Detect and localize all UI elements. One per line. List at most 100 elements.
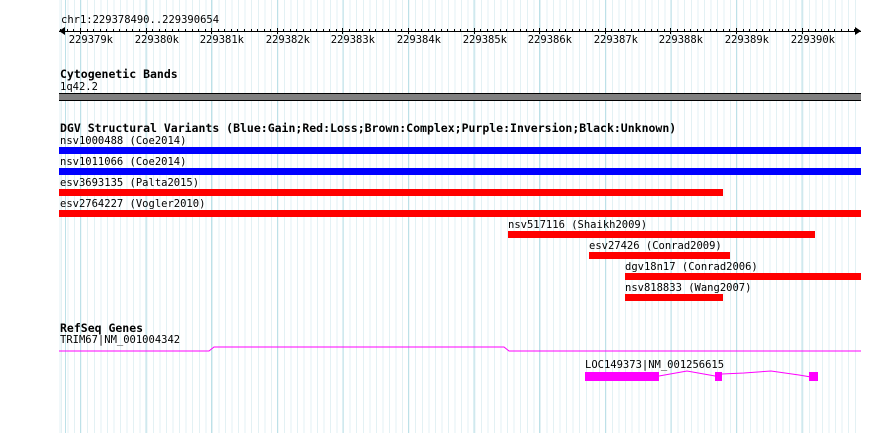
ruler-minor-tick [106,29,107,32]
ruler-tick-label: 229385k [462,34,507,46]
gene-exon-loc149373[interactable] [715,372,722,381]
ruler-minor-tick [638,29,639,32]
ruler-minor-tick [395,29,396,32]
ruler-minor-tick [290,29,291,32]
ruler-minor-tick [159,29,160,32]
variant-bar[interactable] [59,147,861,154]
ruler-minor-tick [762,29,763,32]
gene-models [59,346,861,381]
variant-label[interactable]: nsv818833 (Wang2007) [625,282,751,294]
ruler-tick-label: 229388k [658,34,703,46]
variant-label[interactable]: esv3693135 (Palta2015) [60,177,199,189]
region-label: chr1:229378490..229390654 [61,14,220,26]
ruler-minor-tick [520,29,521,32]
variant-bar[interactable] [625,273,861,280]
ruler-minor-tick [283,29,284,32]
ruler-minor-tick [533,29,534,32]
ruler-minor-tick [710,29,711,32]
ruler-minor-tick [244,29,245,32]
ruler-minor-tick [828,29,829,32]
ruler-minor-tick [434,29,435,32]
ruler-minor-tick [264,29,265,32]
cyto-band-label[interactable]: 1q42.2 [60,81,98,93]
ruler-minor-tick [218,29,219,32]
ruler-tick-label: 229381k [199,34,244,46]
ruler-minor-tick [834,29,835,32]
variant-bar[interactable] [508,231,815,238]
ruler-minor-tick [631,29,632,32]
variant-label[interactable]: esv27426 (Conrad2009) [589,240,722,252]
ruler-minor-tick [841,29,842,32]
ruler-minor-tick [749,29,750,32]
ruler-minor-tick [782,29,783,32]
variant-bar[interactable] [59,168,861,175]
ruler-minor-tick [356,29,357,32]
ruler-minor-tick [697,29,698,32]
ruler-minor-tick [388,29,389,32]
variant-bar[interactable] [589,252,730,259]
ruler-tick-label: 229386k [527,34,572,46]
ruler-minor-tick [126,29,127,32]
variant-bar[interactable] [625,294,723,301]
ruler-minor-tick [257,29,258,32]
ruler-minor-tick [487,29,488,32]
ruler-minor-tick [152,29,153,32]
gene-exon-loc149373[interactable] [809,372,818,381]
ruler-minor-tick [592,29,593,32]
ruler-minor-tick [60,29,61,32]
ruler-tick-label: 229382k [265,34,310,46]
gene-label[interactable]: LOC149373|NM_001256615 [585,359,724,371]
variant-bar[interactable] [59,210,861,217]
cyto-band[interactable] [59,93,861,101]
variant-bar[interactable] [59,189,723,196]
variant-label[interactable]: nsv517116 (Shaikh2009) [508,219,647,231]
cyto-track-title: Cytogenetic Bands [60,67,178,81]
ruler-minor-tick [769,29,770,32]
variant-label[interactable]: esv2764227 (Vogler2010) [60,198,205,210]
ruler-minor-tick [323,29,324,32]
ruler-tick-label: 229387k [593,34,638,46]
ruler-tick-label: 229383k [330,34,375,46]
ruler-minor-tick [415,29,416,32]
ruler-minor-tick [316,29,317,32]
ruler-minor-tick [572,29,573,32]
ruler-minor-tick [93,29,94,32]
ruler-minor-tick [651,29,652,32]
ruler-minor-tick [788,29,789,32]
ruler-minor-tick [821,29,822,32]
ruler-minor-tick [460,29,461,32]
ruler-minor-tick [192,29,193,32]
ruler-minor-tick [716,29,717,32]
ruler-minor-tick [132,29,133,32]
gene-exon-loc149373[interactable] [585,372,659,381]
ruler-minor-tick [559,29,560,32]
gene-intron-trim67[interactable] [59,346,861,352]
ruler-minor-tick [513,29,514,32]
ruler-minor-tick [624,29,625,32]
ruler-minor-tick [756,29,757,32]
gene-intron-loc149373[interactable] [658,370,812,378]
genome-browser-view: chr1:229378490..229390654 229379k 229380k… [0,0,890,433]
ruler-minor-tick [493,29,494,32]
ruler-minor-tick [775,29,776,32]
ruler-minor-tick [598,29,599,32]
ruler-minor-tick [349,29,350,32]
variant-label[interactable]: dgv18n17 (Conrad2006) [625,261,758,273]
ruler-minor-tick [336,29,337,32]
ruler-minor-tick [723,29,724,32]
ruler-minor-tick [848,29,849,32]
variant-label[interactable]: nsv1011066 (Coe2014) [60,156,186,168]
ruler-minor-tick [178,29,179,32]
variant-label[interactable]: nsv1000488 (Coe2014) [60,135,186,147]
ruler-minor-tick [310,29,311,32]
ruler-minor-tick [447,29,448,32]
ruler-minor-tick [611,29,612,32]
ruler-minor-tick [815,29,816,32]
ruler-minor-tick [565,29,566,32]
ruler-minor-tick [743,29,744,32]
ruler-minor-tick [251,29,252,32]
ruler-minor-tick [421,29,422,32]
ruler-tick-label: 229389k [724,34,769,46]
ruler-tick-label: 229390k [790,34,835,46]
ruler-minor-tick [401,29,402,32]
